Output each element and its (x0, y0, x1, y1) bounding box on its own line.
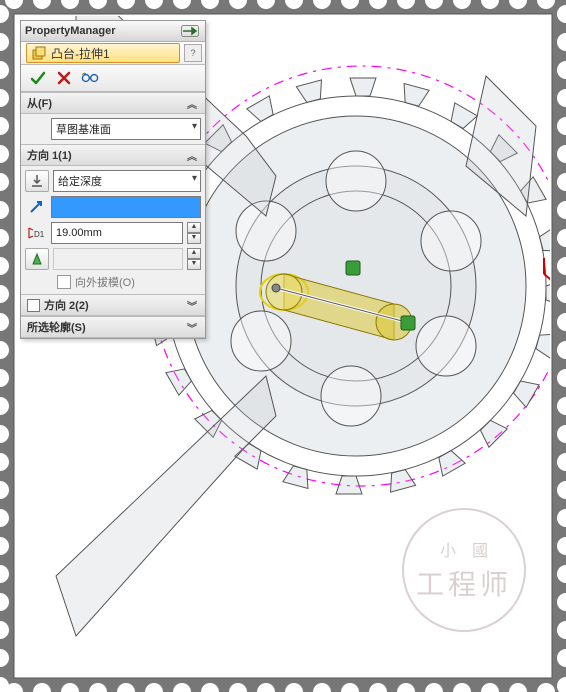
end-condition-dropdown[interactable]: 给定深度 (53, 170, 201, 192)
detailed-preview-button[interactable] (81, 69, 99, 87)
section-direction-1: 方向 1(1) ︽ 给定深度 (21, 144, 205, 294)
direction-selection-input[interactable] (51, 196, 201, 218)
feature-name-badge[interactable]: 凸台-拉伸1 (26, 43, 180, 63)
draft-spinner: ▲▼ (187, 248, 201, 270)
extrude-boss-icon (31, 45, 47, 61)
checkbox-icon (57, 275, 71, 289)
depth-spinner[interactable]: ▲▼ (187, 222, 201, 244)
draft-button[interactable] (25, 248, 49, 270)
draft-angle-input (53, 248, 183, 270)
direction-vector-icon[interactable] (25, 197, 47, 217)
feature-header: 凸台-拉伸1 ? (21, 42, 205, 65)
reverse-direction-button[interactable] (25, 170, 49, 192)
section-selected-contours: 所选轮廓(S) ︾ (21, 316, 205, 338)
draft-outward-checkbox[interactable]: 向外拔模(O) (25, 274, 201, 290)
property-manager-panel: PropertyManager 凸台-拉伸1 ? (20, 20, 206, 339)
section-direction-2-header[interactable]: 方向 2(2) ︾ (21, 295, 205, 316)
panel-title: PropertyManager (25, 25, 115, 37)
feature-help-button[interactable]: ? (184, 44, 202, 62)
action-buttons (21, 65, 205, 92)
chevron-up-icon: ︽ (185, 96, 199, 110)
section-from-header[interactable]: 从(F) ︽ (21, 93, 205, 114)
section-selected-contours-header[interactable]: 所选轮廓(S) ︾ (21, 317, 205, 338)
chevron-down-icon: ︾ (185, 320, 199, 334)
chevron-up-icon: ︽ (185, 148, 199, 162)
panel-title-bar[interactable]: PropertyManager (21, 21, 205, 42)
ok-button[interactable] (29, 69, 47, 87)
depth-input[interactable]: 19.00mm (51, 222, 183, 244)
section-direction-2: 方向 2(2) ︾ (21, 294, 205, 316)
svg-text:D1: D1 (34, 230, 45, 239)
chevron-down-icon: ︾ (185, 298, 199, 312)
depth-icon: D1 (25, 223, 47, 243)
cancel-button[interactable] (55, 69, 73, 87)
section-from: 从(F) ︽ 草图基准面 (21, 92, 205, 144)
feature-name-text: 凸台-拉伸1 (51, 45, 110, 62)
section-direction-1-header[interactable]: 方向 1(1) ︽ (21, 145, 205, 166)
from-start-condition-dropdown[interactable]: 草图基准面 (51, 118, 201, 140)
pin-icon[interactable] (179, 24, 201, 38)
